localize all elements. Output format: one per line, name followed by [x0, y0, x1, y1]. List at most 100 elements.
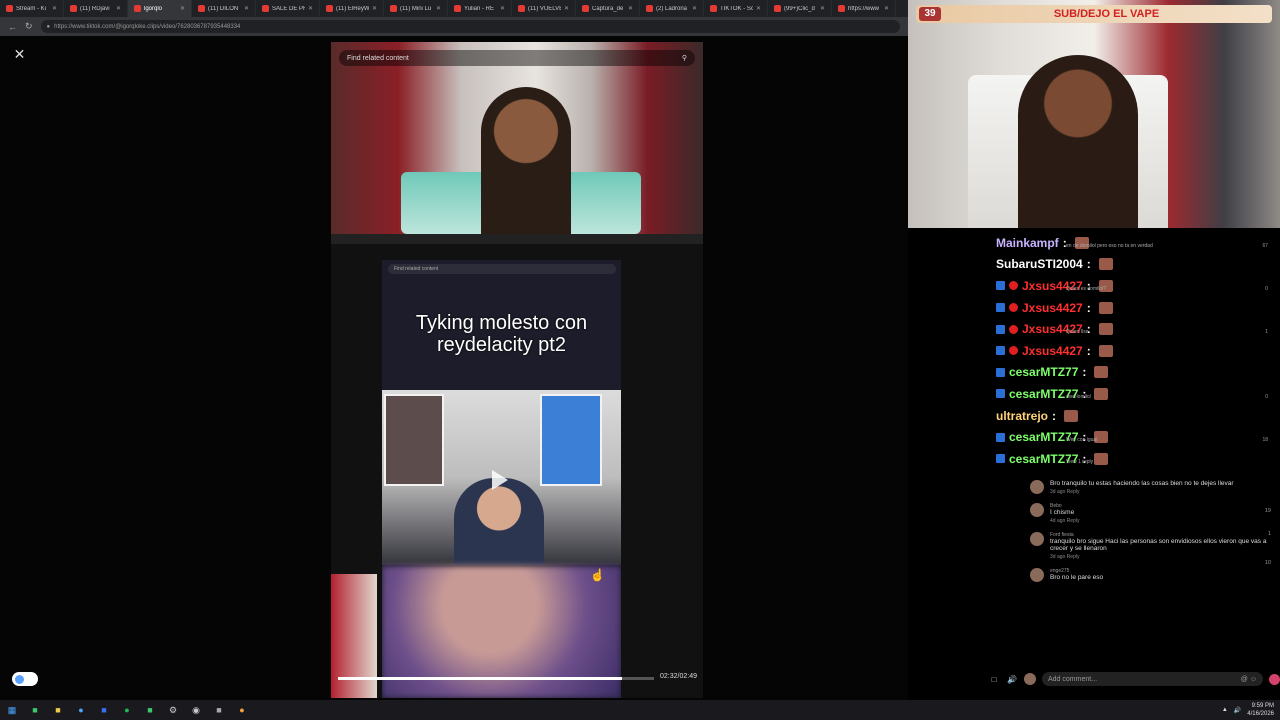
- app-green-icon[interactable]: ■: [144, 704, 156, 716]
- tab-close-icon[interactable]: ✕: [884, 5, 889, 12]
- clock-date: 4/16/2026: [1247, 711, 1274, 717]
- browser-tab[interactable]: (11) Mini Lu ✕: [384, 0, 448, 17]
- tab-close-icon[interactable]: ✕: [500, 5, 505, 12]
- avatar[interactable]: [1030, 503, 1044, 517]
- chat-username[interactable]: Jxsus4427: [1022, 344, 1083, 358]
- browser-tab[interactable]: (2) Ladrona ✕: [640, 0, 704, 17]
- tab-close-icon[interactable]: ✕: [628, 5, 633, 12]
- browser-tab-bar: Stream - Ki ✕ (11) RDjavi ✕ lgorqlo ✕ (11) DIL…: [0, 0, 908, 17]
- search-icon[interactable]: ⚲: [682, 54, 687, 62]
- avatar[interactable]: [1030, 480, 1044, 494]
- browser-tab[interactable]: Stream - Ki ✕: [0, 0, 64, 17]
- chat-colon: :: [1052, 408, 1057, 423]
- chat-username[interactable]: ultratrejo: [996, 409, 1048, 423]
- folder-icon[interactable]: ■: [52, 704, 64, 716]
- tab-favicon-icon: [134, 5, 141, 12]
- gear-icon[interactable]: ⚙: [167, 704, 179, 716]
- search-bar[interactable]: Find related content ⚲: [339, 50, 695, 66]
- video-player[interactable]: Find related content ⚲ Find related cont…: [331, 42, 703, 698]
- speaker-icon[interactable]: 🔊: [1234, 707, 1241, 714]
- browser-tab[interactable]: (99+)Clic_d ✕: [768, 0, 832, 17]
- tab-close-icon[interactable]: ✕: [564, 5, 569, 12]
- tab-favicon-icon: [6, 5, 13, 12]
- underlying-comment-text: en de domilol pero eso no ta en verdad: [1066, 243, 1153, 249]
- comment-item: Ford fiesta tranquilo bro sigue Haci las …: [1030, 532, 1275, 566]
- tab-close-icon[interactable]: ✕: [436, 5, 441, 12]
- browser-tab[interactable]: Captura_de ✕: [576, 0, 640, 17]
- chat-username[interactable]: Mainkampf: [996, 236, 1059, 250]
- like-count[interactable]: 67: [1262, 243, 1268, 249]
- chrome-icon[interactable]: ●: [75, 704, 87, 716]
- tab-favicon-icon: [70, 5, 77, 12]
- spotify-icon[interactable]: ●: [121, 704, 133, 716]
- tab-close-icon[interactable]: ✕: [52, 5, 57, 12]
- tab-close-icon[interactable]: ✕: [244, 5, 249, 12]
- avatar[interactable]: [1030, 568, 1044, 582]
- app-gray-icon[interactable]: ■: [213, 704, 225, 716]
- screen: Stream - Ki ✕ (11) RDjavi ✕ lgorqlo ✕ (11) DIL…: [0, 0, 1280, 720]
- emote-icon: [1098, 301, 1113, 314]
- tab-close-icon[interactable]: ✕: [692, 5, 697, 12]
- comment-text: tranquilo bro sigue Haci las personas so…: [1050, 538, 1267, 552]
- send-icon[interactable]: [1269, 673, 1280, 685]
- comment-input[interactable]: Add comment... @ ☺: [1042, 672, 1263, 686]
- comment-meta[interactable]: 3d ago Reply: [1050, 554, 1275, 560]
- volume-icon[interactable]: 🔊: [1006, 673, 1018, 685]
- chrome-alt-icon[interactable]: ●: [236, 704, 248, 716]
- network-icon[interactable]: ▲: [1222, 707, 1228, 713]
- windows-start-icon[interactable]: ▦: [6, 704, 18, 716]
- tab-label: (11) Mini Lu: [400, 5, 432, 12]
- emote-icon: [1094, 366, 1109, 379]
- mention-icon[interactable]: @ ☺: [1241, 676, 1257, 683]
- back-icon[interactable]: ←: [8, 22, 17, 32]
- inner-video-panel: Find related content Tyking molesto con …: [382, 260, 621, 698]
- tab-close-icon[interactable]: ✕: [756, 5, 761, 12]
- close-icon[interactable]: ✕: [12, 47, 27, 62]
- tab-close-icon[interactable]: ✕: [820, 5, 825, 12]
- sub-count: 39: [919, 7, 941, 21]
- reload-icon[interactable]: ↻: [25, 21, 33, 32]
- tab-label: (99+)Clic_d: [784, 5, 815, 12]
- chat-colon: :: [1086, 343, 1091, 358]
- comment-meta[interactable]: 3d ago Reply: [1050, 489, 1275, 495]
- tab-close-icon[interactable]: ✕: [180, 5, 185, 12]
- tab-close-icon[interactable]: ✕: [308, 5, 313, 12]
- browser-tab[interactable]: TIKTOK - Sc ✕: [704, 0, 768, 17]
- comment-text: I chisme: [1050, 509, 1075, 516]
- like-count[interactable]: 1: [1265, 329, 1268, 335]
- comment-like-count[interactable]: 10: [1265, 560, 1271, 566]
- chat-message: Jxsus4427 : Quien Ilse 1: [996, 318, 1280, 340]
- obs-icon[interactable]: ◉: [190, 704, 202, 716]
- bookmark-icon[interactable]: □: [988, 673, 1000, 685]
- tab-close-icon[interactable]: ✕: [372, 5, 377, 12]
- browser-tab[interactable]: https://www ✕: [832, 0, 896, 17]
- browser-tab[interactable]: Yulian - RE ✕: [448, 0, 512, 17]
- like-count[interactable]: 18: [1262, 437, 1268, 443]
- like-count[interactable]: 0: [1265, 394, 1268, 400]
- person-image: [481, 87, 571, 234]
- autoscroll-toggle[interactable]: [12, 672, 38, 686]
- app-icon[interactable]: ■: [98, 704, 110, 716]
- video-progress-bar[interactable]: [338, 677, 654, 680]
- clock[interactable]: 9:59 PM 4/16/2026: [1247, 702, 1274, 718]
- system-tray: ▲ 🔊 9:59 PM 4/16/2026: [1222, 702, 1274, 718]
- chat-message: Jxsus4427 : Quien es domilol? 0: [996, 275, 1280, 297]
- chat-username[interactable]: SubaruSTI2004: [996, 257, 1083, 271]
- avatar[interactable]: [1030, 532, 1044, 546]
- sub-goal-banner: 39 SUB/DEJO EL VAPE: [916, 5, 1272, 23]
- chat-username[interactable]: Jxsus4427: [1022, 301, 1083, 315]
- browser-tab[interactable]: SALE DE PRI✕: [256, 0, 320, 17]
- like-count[interactable]: 0: [1265, 286, 1268, 292]
- chat-username[interactable]: cesarMTZ77: [1009, 365, 1078, 379]
- url-field[interactable]: ● https://www.tiktok.com/@igorqloke.clip…: [40, 20, 900, 33]
- tab-close-icon[interactable]: ✕: [116, 5, 121, 12]
- play-icon[interactable]: [492, 470, 508, 490]
- browser-tab[interactable]: (11) RDjavi ✕: [64, 0, 128, 17]
- browser-tab[interactable]: (11) DILON ✕: [192, 0, 256, 17]
- comment-meta[interactable]: 4d ago Reply: [1050, 518, 1275, 524]
- browser-tab[interactable]: lgorqlo ✕: [128, 0, 192, 17]
- terminal-icon[interactable]: ■: [29, 704, 41, 716]
- browser-tab[interactable]: (11) ElReyW ✕: [320, 0, 384, 17]
- tab-label: TIKTOK - Sc: [720, 5, 753, 12]
- browser-tab[interactable]: (11) VUELVE ✕: [512, 0, 576, 17]
